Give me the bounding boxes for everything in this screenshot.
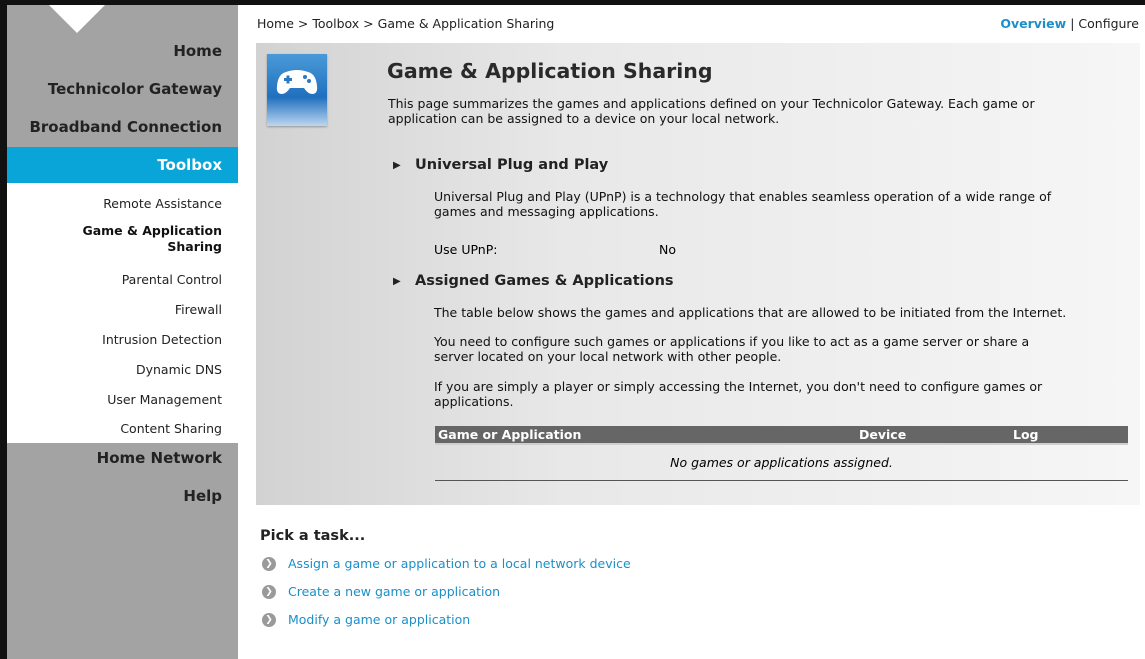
sidebar-notch	[49, 5, 105, 33]
assigned-p3-line-2: applications.	[434, 394, 514, 409]
task-assign-game-link[interactable]: ❯ Assign a game or application to a local…	[262, 555, 631, 571]
chevron-right-icon: ❯	[262, 612, 276, 627]
window-frame-left	[0, 0, 7, 659]
task-modify-label: Modify a game or application	[288, 612, 471, 627]
upnp-desc-line-1: Universal Plug and Play (UPnP) is a tech…	[434, 189, 1052, 204]
chevron-right-icon: ❯	[262, 584, 276, 599]
sidebar-sub-game-label-line2: Sharing	[167, 239, 222, 254]
configure-link[interactable]: Configure	[1078, 16, 1139, 31]
assigned-p3-line-1: If you are simply a player or simply acc…	[434, 379, 1043, 394]
gamepad-icon	[267, 54, 327, 126]
page-intro: This page summarizes the games and appli…	[388, 96, 1128, 126]
upnp-value: No	[659, 242, 676, 257]
assigned-paragraph-3: If you are simply a player or simply acc…	[434, 379, 1134, 409]
column-header-device: Device	[859, 427, 907, 442]
content-panel: Game & Application Sharing This page sum…	[256, 43, 1140, 505]
task-create-game-link[interactable]: ❯ Create a new game or application	[262, 583, 500, 599]
sidebar-item-toolbox-label: Toolbox	[157, 156, 222, 174]
sidebar-sub-content-sharing[interactable]: Content Sharing	[120, 421, 222, 436]
sidebar-sub-remote-assistance[interactable]: Remote Assistance	[103, 196, 222, 211]
task-modify-game-link[interactable]: ❯ Modify a game or application	[262, 611, 470, 627]
overview-link[interactable]: Overview	[1000, 16, 1066, 31]
sidebar-sub-intrusion-detection[interactable]: Intrusion Detection	[102, 332, 222, 347]
sidebar-submenu: Remote Assistance Game & Application Sha…	[7, 183, 238, 443]
sidebar-sub-parental-control[interactable]: Parental Control	[122, 272, 222, 287]
sidebar-item-help[interactable]: Help	[183, 487, 222, 505]
triangle-right-icon: ▶	[393, 276, 401, 287]
table-header: Game or Application Device Log	[435, 426, 1128, 443]
assigned-p2-line-2: server located on your local network wit…	[434, 349, 782, 364]
column-header-game: Game or Application	[438, 427, 582, 442]
triangle-right-icon: ▶	[393, 160, 401, 171]
sidebar-item-home[interactable]: Home	[173, 42, 222, 60]
task-create-label: Create a new game or application	[288, 584, 501, 599]
upnp-label: Use UPnP:	[434, 242, 498, 257]
sidebar-item-broadband-connection[interactable]: Broadband Connection	[29, 118, 222, 136]
assignments-table: Game or Application Device Log No games …	[435, 426, 1128, 481]
sidebar-item-home-network[interactable]: Home Network	[97, 449, 222, 467]
upnp-section-heading: ▶ Universal Plug and Play	[393, 157, 609, 173]
intro-line-2: application can be assigned to a device …	[388, 111, 780, 126]
column-header-log: Log	[1013, 427, 1039, 442]
sidebar-item-toolbox[interactable]: Toolbox	[7, 147, 238, 183]
assigned-section-heading: ▶ Assigned Games & Applications	[393, 273, 674, 289]
assigned-p2-line-1: You need to configure such games or appl…	[434, 334, 1030, 349]
assigned-paragraph-1: The table below shows the games and appl…	[434, 305, 1067, 320]
sidebar-sub-dynamic-dns[interactable]: Dynamic DNS	[136, 362, 222, 377]
upnp-heading-label: Universal Plug and Play	[415, 157, 609, 173]
intro-line-1: This page summarizes the games and appli…	[388, 96, 1035, 111]
sidebar-sub-game-application-sharing[interactable]: Game & Application Sharing	[82, 223, 222, 255]
table-empty-row: No games or applications assigned.	[435, 443, 1128, 481]
sidebar: Home Technicolor Gateway Broadband Conne…	[7, 5, 238, 659]
chevron-right-icon: ❯	[262, 556, 276, 571]
sidebar-item-technicolor-gateway[interactable]: Technicolor Gateway	[48, 80, 222, 98]
sidebar-sub-game-label-line1: Game & Application	[82, 223, 222, 238]
upnp-description: Universal Plug and Play (UPnP) is a tech…	[434, 189, 1134, 219]
assigned-heading-label: Assigned Games & Applications	[415, 273, 674, 289]
sidebar-sub-firewall[interactable]: Firewall	[175, 302, 222, 317]
upnp-desc-line-2: games and messaging applications.	[434, 204, 659, 219]
view-separator: |	[1070, 16, 1075, 31]
task-assign-label: Assign a game or application to a local …	[288, 556, 631, 571]
tasks-heading: Pick a task...	[260, 528, 366, 544]
sidebar-sub-user-management[interactable]: User Management	[107, 392, 222, 407]
assigned-paragraph-2: You need to configure such games or appl…	[434, 334, 1134, 364]
breadcrumb: Home > Toolbox > Game & Application Shar…	[257, 16, 555, 31]
view-switcher: Overview | Configure	[1000, 16, 1139, 31]
page-title: Game & Application Sharing	[387, 59, 713, 83]
